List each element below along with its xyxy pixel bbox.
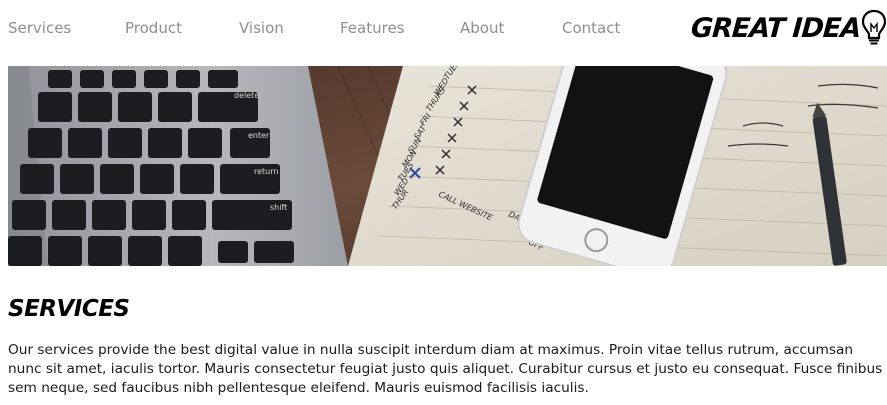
services-description: Our services provide the best digital va… — [8, 342, 883, 396]
logo-text: GREAT IDEA — [689, 12, 862, 44]
nav-link-services[interactable]: Services — [8, 19, 71, 37]
nav-link-about[interactable]: About — [460, 19, 504, 37]
services-heading: Services — [8, 296, 130, 322]
key-label-return: return — [254, 167, 278, 176]
key-label-delete: delete — [234, 91, 259, 100]
site-logo[interactable]: GREAT IDEA — [689, 6, 887, 50]
hero-image: delete enter return shift TUES WED THURS… — [8, 66, 887, 266]
top-navigation: Services Product Vision Features About C… — [0, 0, 887, 66]
nav-link-product[interactable]: Product — [125, 19, 182, 37]
desk-photo-illustration: delete enter return shift TUES WED THURS… — [8, 66, 887, 266]
nav-link-vision[interactable]: Vision — [239, 19, 284, 37]
key-label-enter: enter — [248, 131, 270, 140]
nav-link-contact[interactable]: Contact — [562, 19, 620, 37]
lightbulb-icon — [861, 9, 887, 45]
key-label-shift: shift — [270, 203, 287, 212]
nav-link-features[interactable]: Features — [340, 19, 405, 37]
